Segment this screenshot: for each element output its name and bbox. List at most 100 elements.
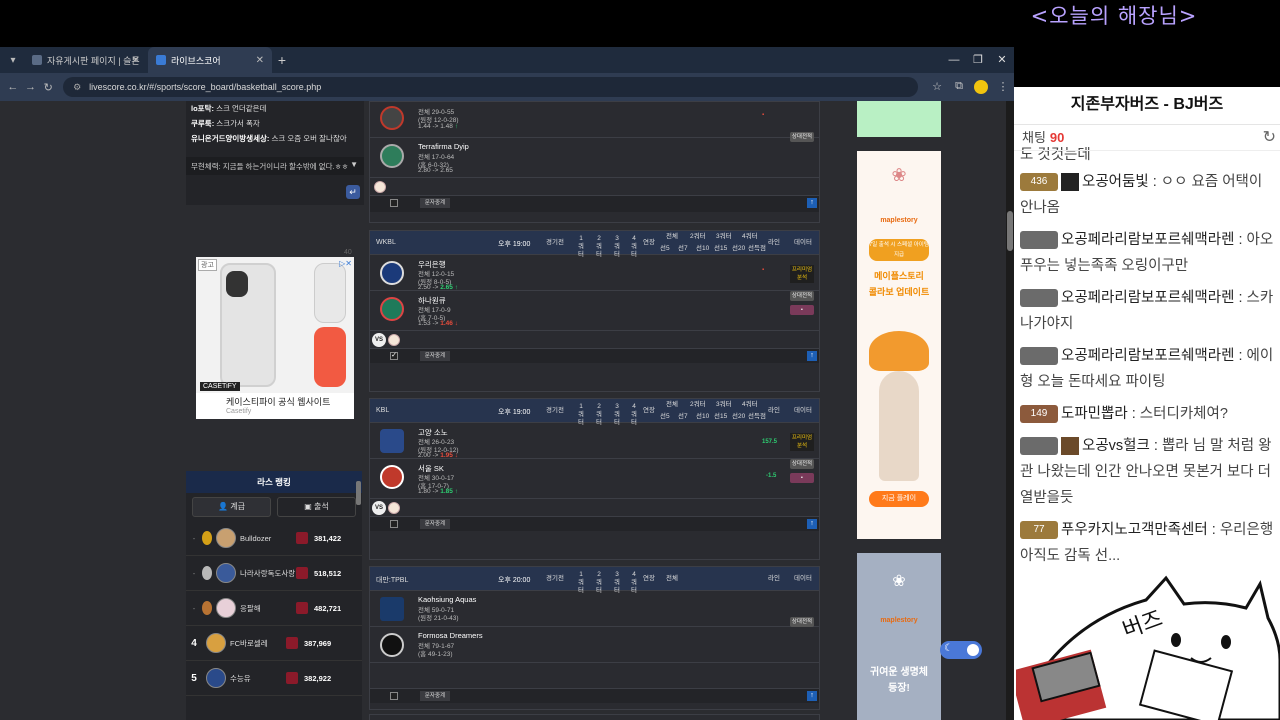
game-header: 대만:TPBL 오후 20:00 경기전 1 쿼터 2 쿼터 3 쿼터 4 쿼터… [370,567,819,594]
avatar [206,668,226,688]
refresh-icon[interactable]: ↻ [1263,125,1276,151]
maple-headline-2: 콜라보 업데이트 [868,287,930,297]
rank-row[interactable]: 5 수능유 382,922 [186,661,362,696]
scrollbar-thumb[interactable] [1007,211,1013,251]
stat-button[interactable]: 상대전적 [790,132,814,142]
ad-brand: Casetify [226,408,252,415]
ad-title[interactable]: 케이스티파이 공식 웹사이트 [226,395,330,408]
close-window-button[interactable]: ✕ [990,47,1014,73]
maplestory-ad[interactable]: ❀ maplestory 7일 출석 시 스페셜 아이템 지급 메이플스토리 콜… [857,151,941,539]
chat-message: 오공vs헐크 : 뽑라 님 말 처럼 왕관 나왔는데 인간 안나오면 못본거 보… [1020,437,1272,506]
ranking-scrollbar[interactable] [356,481,361,505]
page-scrollbar[interactable] [1006,101,1014,720]
chat-input[interactable]: 무현체력: 지금들 하는거이니라 할수밖에 없다.ㅎㅎ ▼ [186,157,364,175]
text-cast-button[interactable]: 문자중계 [420,519,450,529]
ranking-panel: 라스 랭킹 👤 계급 ▣ 출석 - Bulldozer 381,422 - 나라… [186,471,362,720]
basketball-icon [388,502,400,514]
stat-button[interactable]: 상대전적 [790,291,814,301]
ad-banner[interactable]: 광고 ▷✕ CASETiFY 케이스티파이 공식 웹사이트 Casetify [196,257,354,419]
maple-brand: maplestory [880,217,918,224]
premium-analysis-button[interactable]: 프리미엄 분석 [790,433,814,451]
maximize-button[interactable]: ❐ [966,47,990,73]
play-now-button[interactable]: 지금 플레이 [869,491,929,507]
vs-row [370,178,819,196]
extensions-icon[interactable]: ⧉ [948,80,970,94]
team-row: Formosa Dreamers 전체 79-1-67 (홈 49-1-23) [370,627,819,663]
character-icon [879,371,919,481]
ad-close-icon[interactable]: ▷✕ [339,259,352,268]
reload-button[interactable]: ↻ [39,81,57,94]
basketball-icon [374,181,386,193]
ad-image[interactable] [196,257,354,393]
premium-analysis-button[interactable]: 프리미엄 분석 [790,265,814,283]
checkbox[interactable] [390,520,398,528]
maple-notice: 7일 출석 시 스페셜 아이템 지급 [869,239,929,261]
chevron-down-icon[interactable]: ▼ [350,160,358,169]
close-icon[interactable]: ✕ [132,55,140,66]
maplestory-ad-2[interactable]: ❀ maplestory 귀여운 생명체 등장! [857,553,941,720]
team-logo [380,144,404,168]
stat-button[interactable]: ▪ [790,305,814,315]
game-card: WKBL 오후 19:00 경기전 1 쿼터 2 쿼터 3 쿼터 4 쿼터 연장… [369,230,820,392]
scroll-top-button[interactable]: ↑ [807,519,817,529]
bookmark-star-icon[interactable]: ☆ [926,80,948,94]
team-row: Terrafirma Dyip 전체 17-0-64 (홈 6-0-32) 2.… [370,132,819,178]
forward-button[interactable]: → [22,81,40,93]
stat-button[interactable]: 상대전적 [790,459,814,469]
checkbox[interactable]: ✓ [390,352,398,360]
window-controls: — ❐ ✕ [942,47,1014,73]
new-tab-button[interactable]: + [272,52,292,68]
tab-board[interactable]: 자유게시판 페이지 | 슬톤나리 ✕ [24,47,148,73]
team-logo [380,597,404,621]
vs-row: VS [370,499,819,517]
vs-icon[interactable]: VS [372,333,386,347]
minimize-button[interactable]: — [942,47,966,73]
odds: 2.00 -> 1.95 ↓ [418,452,458,459]
tab-rank-attendance[interactable]: ▣ 출석 [277,497,356,517]
screen: <오늘의 해장님> ▾ 자유게시판 페이지 | 슬톤나리 ✕ 라이브스코어 ✕ … [0,0,1280,720]
team-logo [380,106,404,130]
site-chat-box: lo포탁: 스크 언더같은데 쿠루룩: 스크가서 폭자 유니온거드양이방생세상:… [186,101,364,205]
url-field[interactable]: ⚙ livescore.co.kr/#/sports/score_board/b… [63,77,918,97]
text-cast-button[interactable]: 문자중계 [420,198,450,208]
browser-window: ▾ 자유게시판 페이지 | 슬톤나리 ✕ 라이브스코어 ✕ + — ❐ ✕ ← … [0,47,1014,720]
scroll-top-button[interactable]: ↑ [807,691,817,701]
game-card: KBL 오후 19:00 경기전 1 쿼터 2 쿼터 3 쿼터 4 쿼터 연장 … [369,398,820,560]
rank-row[interactable]: - 응팔해 482,721 [186,591,362,626]
stat-button[interactable]: ▪ [790,473,814,483]
checkbox[interactable] [390,199,398,207]
game-footer: ✓ 문자중계 ↑ [370,349,819,363]
back-button[interactable]: ← [4,81,22,93]
chat-line: 유니온거드양이방생세상: 스크 오즘 오버 잘나잖아 [191,134,347,143]
menu-dots-icon[interactable]: ⋮ [992,80,1014,94]
avatar [216,563,236,583]
checkbox[interactable] [390,692,398,700]
team-row: 고양 소노 전체 26-0-23 (원정 12-0-12) 2.00 -> 1.… [370,423,819,459]
side-ad-banner[interactable] [857,101,941,137]
level-badge [1020,437,1058,456]
maple-headline: 메이플스토리 [874,271,924,281]
tab-rank-level[interactable]: 👤 계급 [192,497,271,517]
rank-row[interactable]: - 나라사랑독도사랑 518,512 [186,556,362,591]
address-bar: ← → ↻ ⚙ livescore.co.kr/#/sports/score_b… [0,73,1014,101]
send-button[interactable]: ↵ [346,185,360,199]
tab-search-icon[interactable]: ▾ [2,50,24,70]
level-badge [1020,231,1058,250]
vs-icon[interactable]: VS [372,501,386,515]
tab-label: 자유게시판 페이지 | 슬톤나리 [47,55,140,66]
text-cast-button[interactable]: 문자중계 [420,351,450,361]
team-logo [380,261,404,285]
scroll-top-button[interactable]: ↑ [807,351,817,361]
rank-row[interactable]: 4 FC바로셀레 387,969 [186,626,362,661]
dark-mode-toggle[interactable]: ☾ [940,641,982,659]
stat-button[interactable]: 상대전적 [790,617,814,627]
close-icon[interactable]: ✕ [256,55,264,66]
gold-medal-icon [202,531,212,545]
scroll-top-button[interactable]: ↑ [807,198,817,208]
rank-row[interactable]: - Bulldozer 381,422 [186,521,362,556]
tab-livescore[interactable]: 라이브스코어 ✕ [148,47,272,73]
team-logo [380,465,404,489]
text-cast-button[interactable]: 문자중계 [420,691,450,701]
site-info-icon[interactable]: ⚙ [73,82,81,93]
profile-avatar[interactable] [974,80,988,94]
